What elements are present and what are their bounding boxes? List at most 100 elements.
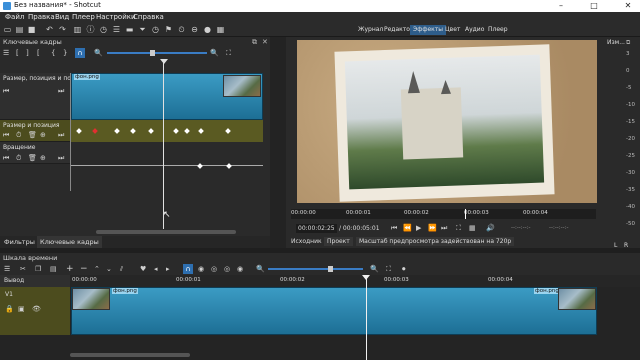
zoom-out-icon[interactable]: 🔍 xyxy=(94,49,103,57)
next-icon[interactable]: ⏭ xyxy=(58,87,64,96)
prev-icon[interactable]: ⏮ xyxy=(3,154,9,163)
record-audio-icon[interactable]: ⏺ xyxy=(402,265,406,274)
keyframes-icon[interactable]: ◷ xyxy=(151,25,160,34)
prev-keyframe-icon[interactable]: { xyxy=(51,49,55,57)
skip-start-icon[interactable]: ⏮ xyxy=(391,224,397,233)
peak-meter-icon[interactable]: ▥ xyxy=(73,25,82,34)
save-icon[interactable]: ■ xyxy=(27,25,36,34)
menu-view[interactable]: Вид xyxy=(55,13,69,21)
redo-icon[interactable]: ↷ xyxy=(58,25,67,34)
player-ruler[interactable]: 00:00:00 00:00:01 00:00:02 00:00:03 00:0… xyxy=(291,209,596,219)
zoom-slider-handle[interactable] xyxy=(328,266,333,272)
lift-icon[interactable]: ⌃ xyxy=(94,265,100,273)
play-icon[interactable]: ▶ xyxy=(416,224,421,232)
properties-icon[interactable]: ⓘ xyxy=(86,25,95,34)
undo-icon[interactable]: ↶ xyxy=(45,25,54,34)
prev-marker-icon[interactable]: ◂ xyxy=(154,265,158,273)
stopwatch-icon[interactable]: ⏱ xyxy=(16,154,21,163)
tab-effects[interactable]: Эффекты xyxy=(410,25,446,35)
grid-icon[interactable]: ▦ xyxy=(469,224,476,232)
split-icon[interactable]: ⫽ xyxy=(120,265,123,274)
tab-filters[interactable]: Фильтры xyxy=(4,238,35,246)
menu-icon[interactable]: ☰ xyxy=(3,49,9,57)
mute-icon[interactable]: ▣ xyxy=(18,305,25,313)
stopwatch-icon[interactable]: ⏱ xyxy=(16,131,21,140)
horizontal-scrollbar[interactable] xyxy=(96,230,236,234)
keyframe[interactable] xyxy=(76,128,82,134)
next-marker-icon[interactable]: ▸ xyxy=(166,265,170,273)
zoom-fit-icon[interactable]: ⛶ xyxy=(226,49,231,58)
tab-source[interactable]: Исходник xyxy=(291,238,322,245)
tab-keyframes[interactable]: Ключевые кадры xyxy=(37,236,102,248)
float-panel-icon[interactable]: ⧉ xyxy=(252,38,257,47)
copy-icon[interactable]: ❐ xyxy=(35,265,41,273)
zoom-slider[interactable] xyxy=(268,268,363,270)
timeline-playhead[interactable] xyxy=(366,275,367,360)
menu-edit[interactable]: Правка xyxy=(28,13,55,21)
ripple-icon[interactable]: ◎ xyxy=(211,265,217,273)
menu-player[interactable]: Плеер xyxy=(72,13,95,21)
playhead[interactable] xyxy=(163,59,164,229)
timeline-ruler[interactable]: 00:00:00 00:00:01 00:00:02 00:00:03 00:0… xyxy=(70,275,640,287)
ripple-all-icon[interactable]: ◎ xyxy=(224,265,230,273)
keyframe[interactable] xyxy=(130,128,136,134)
notes-icon[interactable]: ▦ xyxy=(216,25,225,34)
keyframe[interactable] xyxy=(173,128,179,134)
keyframe[interactable] xyxy=(148,128,154,134)
zoom-slider[interactable] xyxy=(107,52,207,54)
menu-settings[interactable]: Настройки xyxy=(96,13,136,21)
menu-icon[interactable]: ☰ xyxy=(4,265,10,273)
trim-out-icon[interactable]: ] xyxy=(26,49,29,57)
fast-forward-icon[interactable]: ⏩ xyxy=(428,224,437,232)
next-keyframe-icon[interactable]: } xyxy=(63,49,67,57)
zoom-slider-handle[interactable] xyxy=(150,50,155,56)
prev-icon[interactable]: ⏮ xyxy=(3,131,9,140)
export-icon[interactable]: ⊖ xyxy=(190,25,199,34)
scrub-icon[interactable]: ◉ xyxy=(198,265,204,273)
timeline-scrollbar[interactable] xyxy=(70,353,190,357)
skip-end-icon[interactable]: ⏭ xyxy=(441,224,447,233)
timeline-clip[interactable]: фон.png фон.png xyxy=(71,287,597,335)
playlist-icon[interactable]: ☰ xyxy=(112,25,121,34)
maximize-icon[interactable]: □ xyxy=(583,0,605,12)
remove-icon[interactable]: − xyxy=(80,264,88,274)
volume-icon[interactable]: 🔊 xyxy=(486,224,495,232)
snap-icon[interactable]: ∩ xyxy=(183,264,193,274)
marker-icon[interactable]: ♥ xyxy=(140,265,146,273)
zoom-fit-icon[interactable]: ⛶ xyxy=(386,265,391,274)
open-icon[interactable]: ▤ xyxy=(15,25,24,34)
jobs-icon[interactable]: ⏲ xyxy=(177,25,186,34)
timeline-playhead-handle[interactable] xyxy=(362,275,370,280)
tab-audio[interactable]: Аудио xyxy=(462,25,487,35)
append-icon[interactable]: + xyxy=(66,264,74,274)
keyframe-lane-size[interactable] xyxy=(71,120,263,142)
minimize-icon[interactable]: – xyxy=(550,0,572,12)
trim-in-icon[interactable]: [ xyxy=(16,49,19,57)
keyframe-selected[interactable] xyxy=(92,128,98,134)
keyframe[interactable] xyxy=(198,128,204,134)
overwrite-icon[interactable]: ⌄ xyxy=(106,265,112,273)
tab-color[interactable]: Цвет xyxy=(442,25,463,35)
keyframe[interactable] xyxy=(184,128,190,134)
toggle-zoom-icon[interactable]: ⛶ xyxy=(456,224,461,233)
prev-icon[interactable]: ⏮ xyxy=(3,87,9,96)
delete-icon[interactable]: 🗑 xyxy=(28,154,37,162)
float-panel-icon[interactable]: ⧉ xyxy=(626,39,630,47)
close-panel-icon[interactable]: ✕ xyxy=(262,38,268,46)
lock-icon[interactable]: 🔒 xyxy=(5,305,14,313)
add-keyframe-icon[interactable]: ⊕ xyxy=(40,154,46,162)
paste-icon[interactable]: ▤ xyxy=(50,265,57,273)
add-keyframe-icon[interactable]: ⊕ xyxy=(40,131,46,139)
next-icon[interactable]: ⏭ xyxy=(58,154,64,163)
delete-icon[interactable]: 🗑 xyxy=(28,131,37,139)
record-icon[interactable]: ● xyxy=(203,25,212,34)
snap-icon[interactable]: ∩ xyxy=(75,48,85,58)
keyframe-clip[interactable]: фон.png xyxy=(71,73,263,120)
tab-player[interactable]: Плеер xyxy=(485,25,511,35)
timeline-icon[interactable]: ▬ xyxy=(125,25,134,34)
history-icon[interactable]: ◷ xyxy=(99,25,108,34)
bracket-open-icon[interactable]: [ xyxy=(37,49,40,57)
keyframe[interactable] xyxy=(114,128,120,134)
current-time[interactable]: 00:00:02:25 xyxy=(296,224,337,233)
new-icon[interactable]: ▭ xyxy=(3,25,12,34)
